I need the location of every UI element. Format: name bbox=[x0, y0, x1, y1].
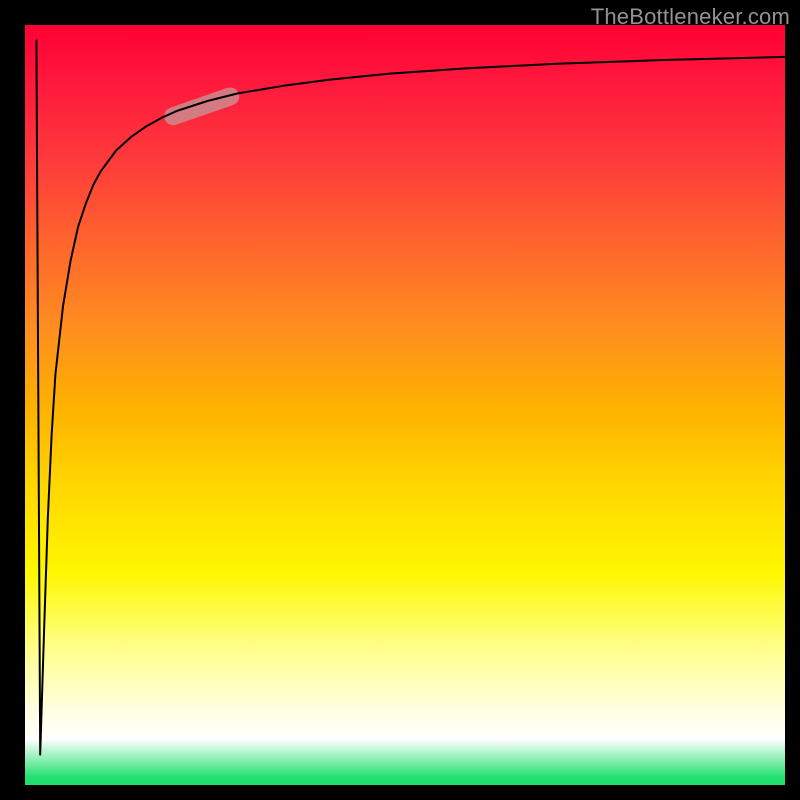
watermark-text: TheBottleneker.com bbox=[591, 4, 790, 30]
bottleneck-curve bbox=[36, 40, 785, 754]
chart-frame: TheBottleneker.com bbox=[0, 0, 800, 800]
curve-marker bbox=[173, 96, 230, 116]
plot-area bbox=[25, 25, 785, 785]
curve-layer bbox=[25, 25, 785, 785]
